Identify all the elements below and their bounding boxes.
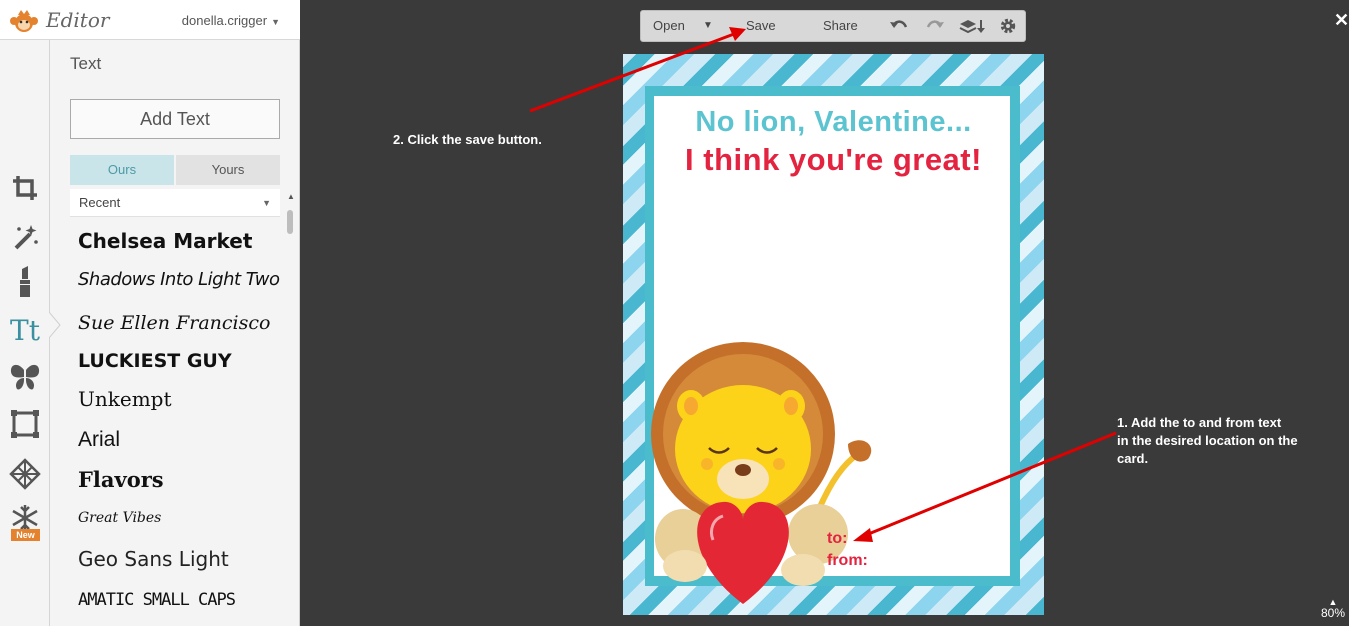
editor-sidebar: Editor donella.crigger ▼ Tt New Text Add…	[0, 0, 300, 626]
effects-tool[interactable]	[6, 219, 44, 255]
font-filter-value: Recent	[79, 195, 121, 210]
font-item-amatic-small-caps[interactable]: Amatic Small Caps	[78, 590, 236, 610]
lion-illustration[interactable]	[643, 334, 883, 614]
top-bar: Editor donella.crigger ▼	[0, 0, 300, 40]
crop-tool[interactable]	[6, 170, 44, 206]
active-tool-pointer	[49, 312, 61, 338]
scrollbar-thumb[interactable]	[287, 210, 293, 234]
step1-line1: 1. Add the to and from text	[1117, 415, 1282, 430]
gear-icon[interactable]	[998, 17, 1018, 35]
card-heading-line1[interactable]: No lion, Valentine...	[623, 106, 1044, 139]
zoom-level: 80%	[1320, 606, 1346, 620]
open-button[interactable]: Open	[653, 11, 685, 41]
zoom-control[interactable]: ▲ 80%	[1318, 597, 1348, 621]
font-item-great-vibes[interactable]: Great Vibes	[78, 510, 161, 526]
step1-line3: card.	[1117, 451, 1149, 466]
redo-icon[interactable]	[925, 17, 945, 35]
tab-ours[interactable]: Ours	[70, 155, 174, 185]
close-icon[interactable]: ✕	[1334, 10, 1349, 31]
lipstick-icon	[20, 266, 30, 297]
butterfly-icon	[10, 364, 40, 390]
font-item-chelsea-market[interactable]: Chelsea Market	[78, 229, 252, 253]
caret-down-icon: ▼	[262, 198, 271, 208]
share-button[interactable]: Share	[823, 11, 858, 41]
step1-line2: in the desired location on the	[1117, 433, 1298, 448]
text-tool[interactable]: Tt	[6, 312, 44, 348]
app-title: Editor	[46, 8, 110, 32]
font-filter-select[interactable]: Recent ▼	[70, 189, 280, 217]
add-text-button[interactable]: Add Text	[70, 99, 280, 139]
font-item-shadows-into-light-two[interactable]: Shadows Into Light Two	[78, 269, 280, 290]
font-item-arial[interactable]: Arial	[78, 428, 120, 452]
font-item-sue-ellen-francisco[interactable]: Sue Ellen Francisco	[78, 312, 270, 334]
editor-toolbar: Open ▼ Save Share	[640, 10, 1026, 42]
new-badge: New	[11, 529, 40, 541]
user-menu[interactable]: donella.crigger ▼	[182, 13, 280, 28]
overlays-tool[interactable]	[6, 359, 44, 395]
frame-icon	[11, 410, 39, 438]
texture-icon	[9, 458, 41, 490]
card-from-label[interactable]: from:	[827, 552, 868, 570]
tab-yours[interactable]: Yours	[176, 155, 280, 185]
textures-tool[interactable]	[6, 456, 44, 492]
font-item-luckiest-guy[interactable]: Luckiest Guy	[78, 350, 232, 372]
frames-tool[interactable]	[6, 406, 44, 442]
font-item-flavors[interactable]: Flavors	[78, 467, 164, 492]
scroll-up-arrow-icon[interactable]: ▲	[287, 192, 295, 201]
zoom-up-arrow-icon: ▲	[1328, 597, 1338, 607]
caret-down-icon: ▼	[271, 17, 280, 27]
username: donella.crigger	[181, 13, 268, 28]
open-menu-caret-icon[interactable]: ▼	[703, 11, 713, 41]
magic-wand-icon	[14, 225, 38, 250]
font-source-tabs: Ours Yours	[70, 155, 280, 185]
touch-up-tool[interactable]	[6, 264, 44, 300]
card-heading-line2[interactable]: I think you're great!	[623, 142, 1044, 178]
layers-icon[interactable]	[959, 17, 985, 35]
undo-icon[interactable]	[889, 17, 909, 35]
font-item-unkempt[interactable]: Unkempt	[78, 387, 172, 411]
font-item-geo-sans-light[interactable]: Geo Sans Light	[78, 547, 229, 571]
card-to-label[interactable]: to:	[827, 530, 847, 548]
step1-instruction: 1. Add the to and from text in the desir…	[1117, 414, 1298, 468]
valentine-card-canvas[interactable]: No lion, Valentine... I think you're gre…	[623, 54, 1044, 615]
save-button[interactable]: Save	[746, 11, 776, 41]
step2-instruction: 2. Click the save button.	[393, 132, 542, 147]
panel-title: Text	[70, 54, 102, 73]
crop-icon	[13, 176, 37, 200]
monkey-logo-icon[interactable]	[8, 9, 40, 33]
